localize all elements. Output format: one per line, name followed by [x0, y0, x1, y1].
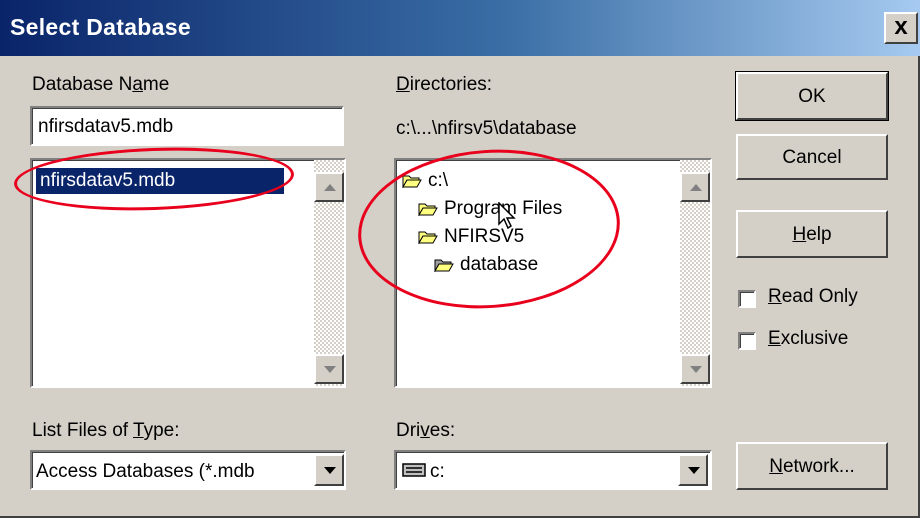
read-only-checkbox[interactable] [738, 290, 756, 308]
arrow-down-icon [324, 366, 336, 373]
file-type-selected-value: Access Databases (*.mdb [36, 461, 255, 482]
close-icon: x [894, 13, 908, 40]
ok-button-label: OK [798, 86, 826, 107]
database-name-input[interactable]: nfirsdatav5.mdb [30, 106, 344, 146]
dialog-title: Select Database [10, 14, 191, 40]
file-type-dropdown-button[interactable] [314, 454, 344, 486]
directory-scroll-up-button[interactable] [680, 172, 710, 202]
hard-drive-icon [402, 463, 426, 477]
database-name-label: Database Name [32, 74, 170, 95]
network-button-label: Network... [769, 456, 855, 477]
drives-label: Drives: [396, 420, 456, 441]
file-list-scrollbar[interactable] [314, 160, 344, 386]
arrow-down-icon [690, 366, 702, 373]
ok-button[interactable]: OK [735, 71, 889, 121]
drives-selected-value: c: [430, 461, 445, 482]
file-list-scroll-up-button[interactable] [314, 172, 344, 202]
cancel-button[interactable]: Cancel [736, 134, 888, 180]
select-database-dialog: Select Database x Database Name nfirsdat… [0, 0, 920, 518]
file-type-label: List Files of Type: [32, 420, 180, 441]
file-type-select[interactable]: Access Databases (*.mdb [30, 450, 346, 490]
exclusive-checkbox[interactable] [738, 332, 756, 350]
current-directory-path: c:\...\nfirsv5\database [396, 118, 577, 139]
title-bar[interactable]: Select Database x [0, 0, 920, 56]
read-only-label[interactable]: Read Only [768, 286, 858, 308]
exclusive-label[interactable]: Exclusive [768, 328, 848, 350]
directory-scroll-down-button[interactable] [680, 354, 710, 384]
chevron-down-icon [688, 467, 700, 474]
network-button[interactable]: Network... [736, 442, 888, 490]
arrow-up-icon [690, 184, 702, 191]
help-button[interactable]: Help [736, 210, 888, 258]
directories-label: Directories: [396, 74, 493, 95]
directory-tree-scrollbar[interactable] [680, 160, 710, 386]
database-name-value: nfirsdatav5.mdb [38, 116, 174, 137]
file-list-scroll-down-button[interactable] [314, 354, 344, 384]
chevron-down-icon [324, 467, 336, 474]
arrow-up-icon [324, 184, 336, 191]
cancel-button-label: Cancel [782, 147, 842, 168]
close-button[interactable]: x [884, 12, 918, 44]
drives-dropdown-button[interactable] [678, 454, 708, 486]
drives-select[interactable]: c: [394, 450, 712, 490]
help-button-label: Help [792, 224, 832, 245]
